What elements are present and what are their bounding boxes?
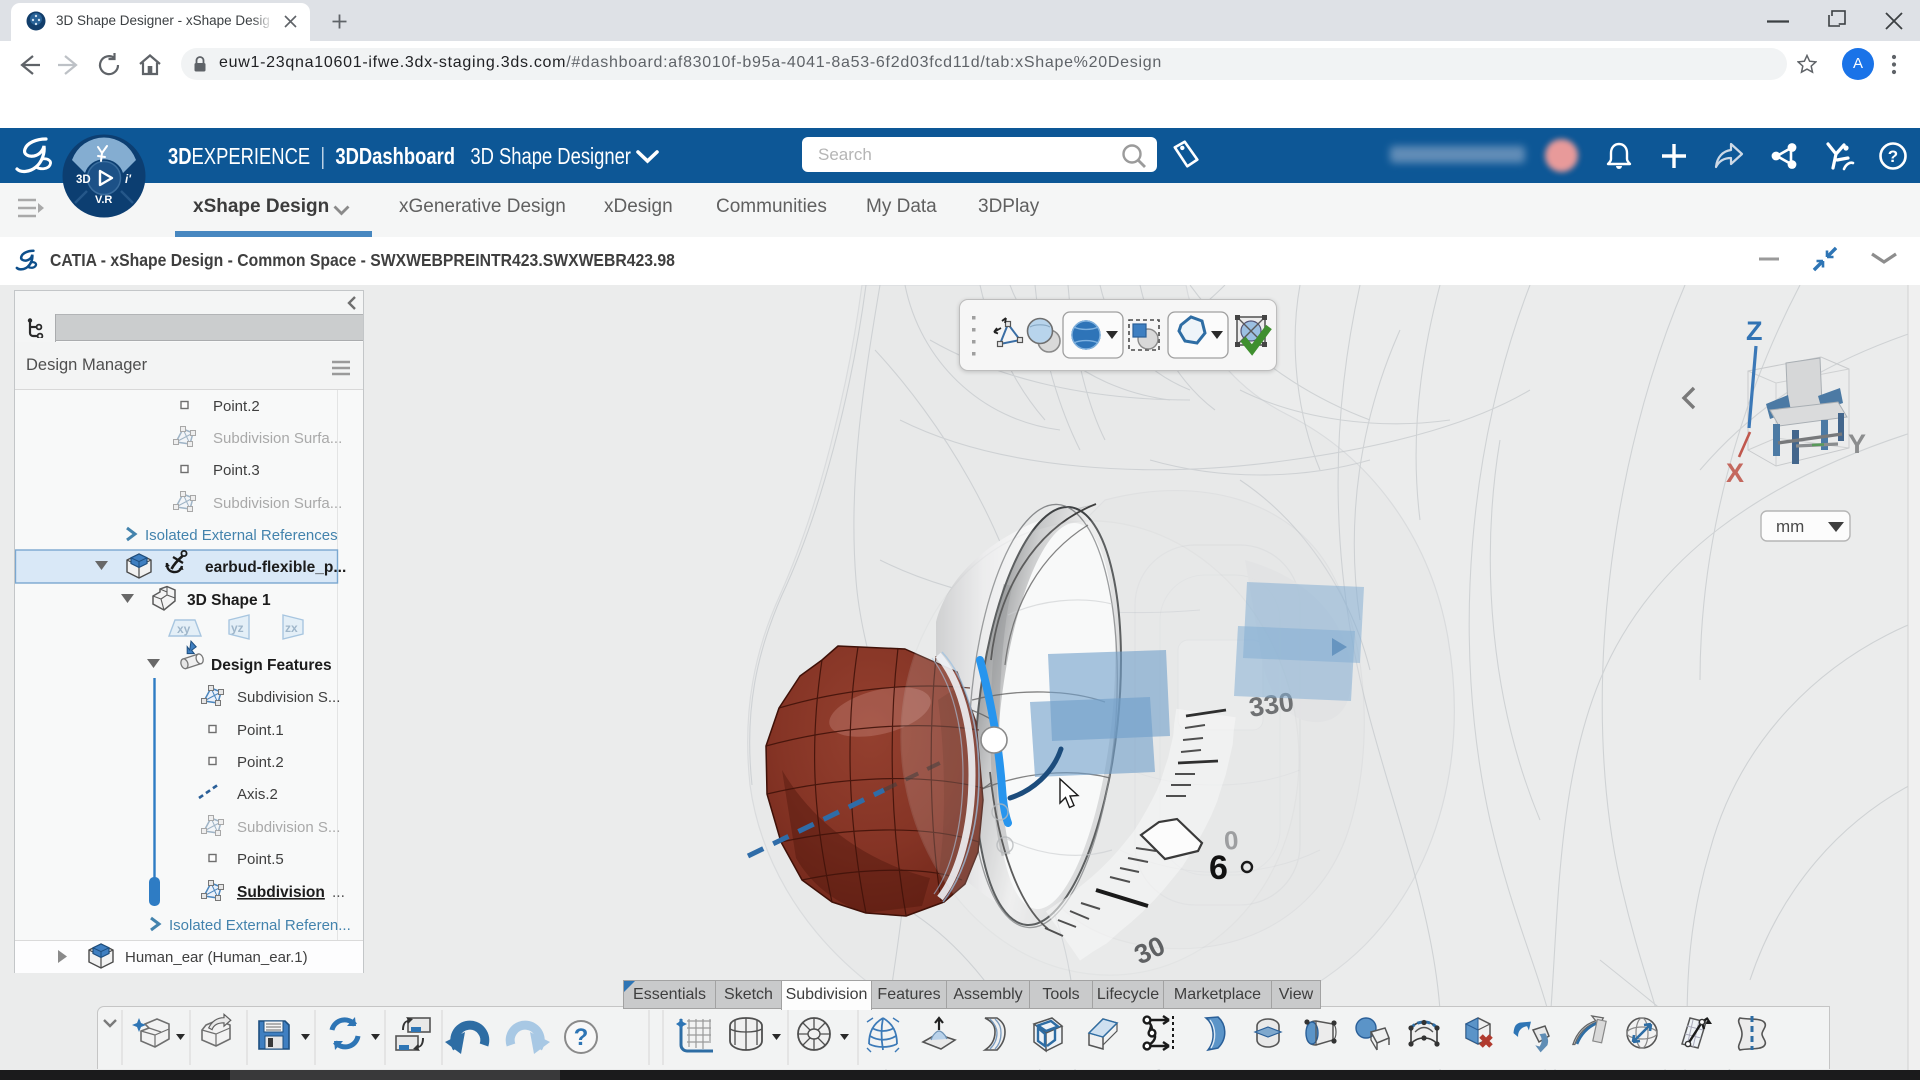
svg-text:Point.5: Point.5	[237, 851, 284, 868]
svg-text:zx: zx	[285, 621, 298, 635]
svg-text:Point.2: Point.2	[237, 754, 284, 771]
svg-text:Subdivision Surfa...: Subdivision Surfa...	[213, 495, 342, 512]
svg-text:Point.2: Point.2	[213, 398, 260, 415]
svg-text:X: X	[1726, 458, 1744, 488]
svg-text:Axis.2: Axis.2	[237, 786, 278, 803]
svg-text:3D: 3D	[76, 174, 91, 186]
svg-text:Subdivision S...: Subdivision S...	[237, 819, 340, 836]
svg-text:Isolated External References: Isolated External References	[145, 527, 338, 544]
svg-text:xy: xy	[177, 622, 191, 636]
svg-text:Subdivision: Subdivision	[237, 884, 325, 901]
svg-text:...: ...	[332, 884, 345, 901]
svg-text:Point.1: Point.1	[237, 722, 284, 739]
svg-text:3D Shape 1: 3D Shape 1	[187, 592, 271, 609]
svg-text:mm: mm	[1776, 517, 1804, 536]
svg-text:?: ?	[574, 1024, 589, 1051]
svg-text:Design Features: Design Features	[211, 657, 332, 674]
svg-text:Isolated External Referen...: Isolated External Referen...	[169, 917, 351, 934]
svg-text:Y: Y	[1848, 429, 1866, 459]
svg-text:V.R: V.R	[95, 194, 112, 206]
svg-text:Z: Z	[1746, 316, 1763, 346]
svg-text:?: ?	[1888, 147, 1898, 166]
svg-text:Point.3: Point.3	[213, 462, 260, 479]
svg-text:earbud-flexible_p...: earbud-flexible_p...	[205, 559, 346, 576]
svg-text:Subdivision Surfa...: Subdivision Surfa...	[213, 430, 342, 447]
svg-text:6: 6	[1209, 849, 1228, 887]
svg-text:Human_ear (Human_ear.1): Human_ear (Human_ear.1)	[125, 949, 308, 966]
svg-text:Subdivision S...: Subdivision S...	[237, 689, 340, 706]
svg-text:yz: yz	[231, 621, 244, 635]
